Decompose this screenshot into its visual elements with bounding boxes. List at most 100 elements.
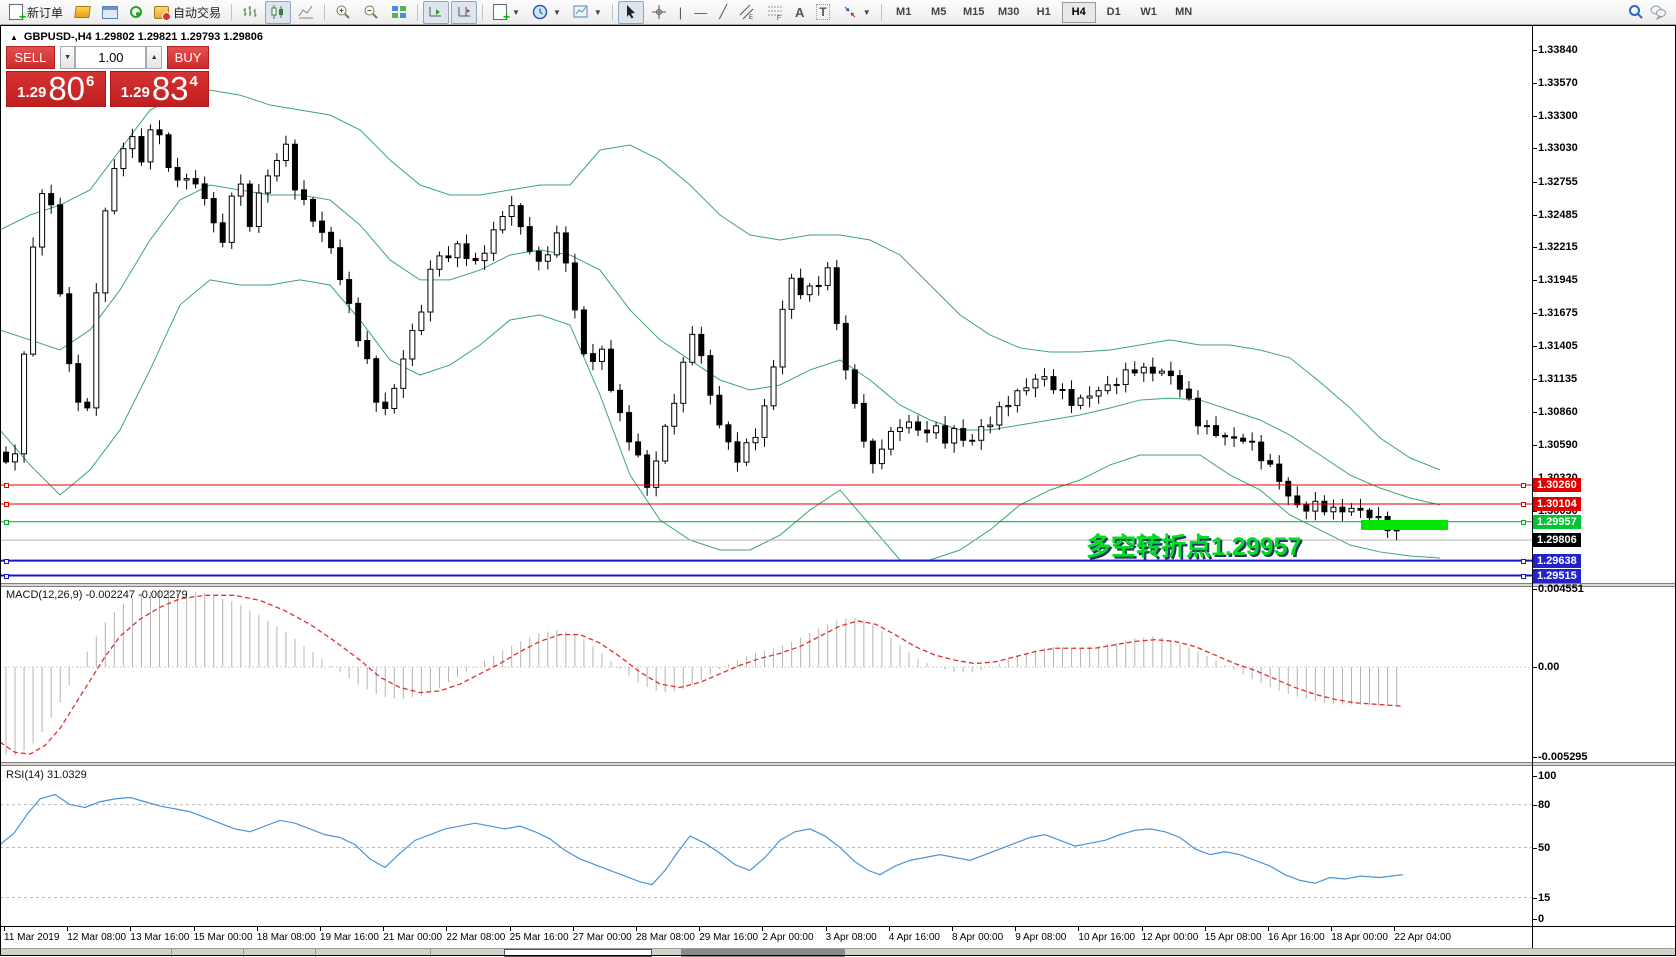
timeframe-m5[interactable]: M5: [922, 2, 956, 23]
pane-separator-rsi[interactable]: [0, 762, 1676, 766]
zoom-in-button[interactable]: [330, 1, 356, 24]
time-axis-tick: [1142, 927, 1143, 931]
timeframe-m30[interactable]: M30: [992, 2, 1026, 23]
volume-input[interactable]: 1.00: [75, 46, 146, 69]
horizontal-line-button[interactable]: —: [689, 1, 712, 24]
chart-title-text: GBPUSD-,H4 1.29802 1.29821 1.29793 1.298…: [24, 31, 263, 43]
text-label-button[interactable]: T: [811, 1, 834, 24]
fibonacci-button[interactable]: F: [762, 1, 788, 24]
timeframe-h4[interactable]: H4: [1062, 2, 1096, 23]
timeframe-h1[interactable]: H1: [1027, 2, 1061, 23]
timeframe-m1[interactable]: M1: [887, 2, 921, 23]
price-axis-tick: [1532, 116, 1537, 117]
price-axis-tick: [1532, 445, 1537, 446]
arrows-button[interactable]: ▼: [837, 1, 876, 24]
search-icon[interactable]: [1628, 4, 1644, 20]
candlestick-icon: [270, 4, 286, 20]
time-axis-label: 13 Mar 16:00: [130, 932, 189, 943]
indicators-button[interactable]: ▼: [488, 1, 525, 24]
channel-icon: E: [739, 4, 755, 20]
pane-separator-macd[interactable]: [0, 583, 1676, 587]
trendline-button[interactable]: ╱: [714, 1, 732, 24]
timeframe-d1[interactable]: D1: [1097, 2, 1131, 23]
time-axis-label: 12 Apr 00:00: [1142, 932, 1199, 943]
hline-price-tag: 1.30260: [1533, 478, 1581, 492]
chat-icon[interactable]: [1650, 4, 1666, 20]
hline-handle[interactable]: [4, 559, 9, 564]
macd-axis-tick-label: 0.004551: [1538, 583, 1584, 595]
rsi-canvas[interactable]: [0, 766, 1532, 926]
time-axis-label: 22 Mar 08:00: [446, 932, 505, 943]
macd-canvas[interactable]: [0, 586, 1532, 762]
hline-handle[interactable]: [1521, 520, 1526, 525]
templates-button[interactable]: ▼: [568, 1, 607, 24]
sell-button[interactable]: SELL: [6, 46, 55, 69]
price-axis-tick-label: 1.31405: [1538, 340, 1578, 352]
trendline-icon: ╱: [719, 4, 727, 20]
price-axis-tick: [1532, 280, 1537, 281]
channel-button[interactable]: E: [734, 1, 760, 24]
rsi-axis-tick-label: 15: [1538, 892, 1550, 904]
vertical-line-button[interactable]: |: [674, 1, 687, 24]
tile-windows-button[interactable]: [386, 1, 412, 24]
hline-handle[interactable]: [4, 502, 9, 507]
hline-handle[interactable]: [4, 483, 9, 488]
timeframe-w1[interactable]: W1: [1132, 2, 1166, 23]
time-axis-label: 21 Mar 00:00: [383, 932, 442, 943]
collapse-arrow-icon[interactable]: ▲: [10, 33, 18, 42]
main-chart-canvas[interactable]: [0, 26, 1532, 583]
new-order-button[interactable]: 新订单: [4, 1, 68, 24]
sell-price-pip: 6: [86, 73, 94, 90]
candlestick-button[interactable]: [265, 1, 291, 24]
hline-price-tag: 1.29638: [1533, 554, 1581, 568]
time-axis-label: 4 Apr 16:00: [889, 932, 940, 943]
bar-chart-button[interactable]: [237, 1, 263, 24]
chart-shift-button[interactable]: [451, 1, 477, 24]
hline-handle[interactable]: [1521, 483, 1526, 488]
buy-price-button[interactable]: 1.29 83 4: [110, 71, 210, 107]
svg-text:E: E: [749, 15, 753, 20]
hline-handle[interactable]: [4, 520, 9, 525]
time-axis-tick: [130, 927, 131, 931]
text-button[interactable]: A: [790, 1, 809, 24]
profile-button[interactable]: [70, 1, 95, 24]
hline-handle[interactable]: [1521, 574, 1526, 579]
price-axis-tick: [1532, 412, 1537, 413]
zoom-out-button[interactable]: [358, 1, 384, 24]
hline-handle[interactable]: [1521, 559, 1526, 564]
timeframe-mn[interactable]: MN: [1167, 2, 1201, 23]
crosshair-button[interactable]: [646, 1, 672, 24]
zoom-in-icon: [335, 4, 351, 20]
price-axis-tick-label: 1.33840: [1538, 44, 1578, 56]
sell-price-button[interactable]: 1.29 80 6: [6, 71, 106, 107]
time-axis-label: 22 Apr 04:00: [1394, 932, 1451, 943]
data-window-button[interactable]: [125, 1, 147, 24]
macd-axis-tick: [1532, 757, 1537, 758]
volume-decrease-button[interactable]: ▼: [60, 46, 76, 69]
volume-increase-button[interactable]: ▲: [146, 46, 162, 69]
hline-handle[interactable]: [1521, 502, 1526, 507]
rsi-axis-tick: [1532, 919, 1537, 920]
time-axis-label: 25 Mar 16:00: [510, 932, 569, 943]
market-watch-button[interactable]: [97, 1, 123, 24]
periods-button[interactable]: ▼: [527, 1, 566, 24]
timeframe-m15[interactable]: M15: [957, 2, 991, 23]
auto-trading-button[interactable]: 自动交易: [149, 1, 226, 24]
pivot-annotation[interactable]: 多空转折点1.29957: [1086, 527, 1301, 563]
toolbar-separator: [482, 4, 483, 21]
auto-scroll-button[interactable]: [423, 1, 449, 24]
buy-button[interactable]: BUY: [167, 46, 209, 69]
price-axis-tick: [1532, 215, 1537, 216]
time-axis-label: 28 Mar 08:00: [636, 932, 695, 943]
price-axis-tick-label: 1.30860: [1538, 406, 1578, 418]
cursor-button[interactable]: [618, 1, 644, 24]
time-axis-label: 18 Mar 08:00: [257, 932, 316, 943]
caret-down-icon: ▼: [594, 8, 602, 17]
sell-price-prefix: 1.29: [17, 84, 46, 101]
hline-handle[interactable]: [4, 574, 9, 579]
price-axis-tick-label: 1.33030: [1538, 142, 1578, 154]
auto-trading-icon: [154, 6, 169, 19]
time-axis-tick: [257, 927, 258, 931]
line-chart-button[interactable]: [293, 1, 319, 24]
price-axis-tick-label: 1.31945: [1538, 274, 1578, 286]
